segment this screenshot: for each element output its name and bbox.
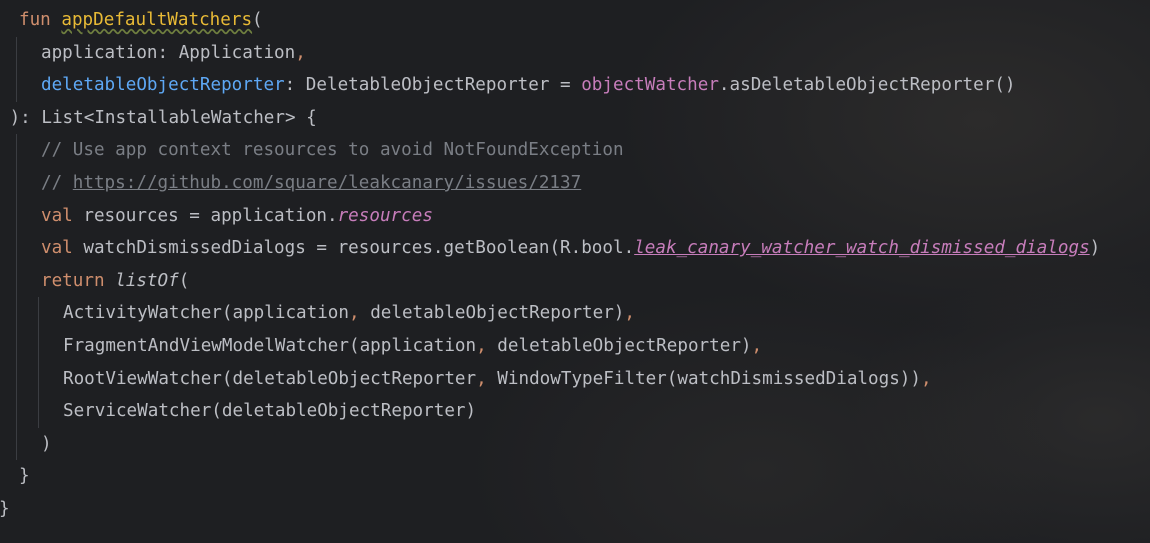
code-token: ,	[624, 303, 635, 324]
code-line[interactable]: RootViewWatcher(deletableObjectReporter,…	[0, 362, 1150, 396]
code-token: ,	[295, 42, 306, 63]
code-token: FragmentAndViewModelWatcher(application	[63, 335, 477, 356]
indent-guide	[16, 329, 17, 363]
code-token: : DeletableObjectReporter =	[284, 75, 582, 96]
code-token: ,	[921, 368, 932, 389]
code-token: deletableObjectReporter)	[370, 303, 625, 324]
code-line[interactable]: val watchDismissedDialogs = resources.ge…	[0, 232, 1150, 265]
code-line[interactable]: val resources = application.resources	[0, 199, 1150, 233]
indent-guide	[16, 36, 17, 70]
code-token: .asDeletableObjectReporter()	[718, 75, 1016, 96]
code-token: ): List<InstallableWatcher> {	[0, 107, 317, 128]
code-token: WindowTypeFilter(watchDismissedDialogs))	[497, 368, 921, 389]
code-line[interactable]: ServiceWatcher(deletableObjectReporter)	[0, 395, 1150, 428]
code-token: val	[41, 238, 84, 259]
indent-guide	[16, 427, 17, 461]
code-token: ServiceWatcher(deletableObjectReporter)	[63, 401, 477, 422]
indent-guide	[16, 362, 17, 396]
code-line[interactable]: fun appDefaultWatchers(	[0, 4, 1150, 37]
code-token: (	[178, 270, 190, 291]
code-token: return	[41, 270, 116, 291]
code-token: deletableObjectReporter	[41, 75, 285, 96]
code-token: objectWatcher	[581, 75, 719, 96]
indent-guide	[16, 297, 17, 330]
code-token: appDefaultWatchers	[61, 10, 253, 30]
code-token: // Use app context resources to avoid No…	[41, 140, 624, 161]
code-link[interactable]: https://github.com/square/leakcanary/iss…	[73, 173, 581, 193]
indent-guide	[16, 264, 17, 298]
indent-guide	[38, 395, 39, 428]
code-line[interactable]: return listOf(	[0, 264, 1150, 298]
code-link[interactable]: leak_canary_watcher_watch_dismissed_dial…	[634, 238, 1089, 258]
code-token: }	[19, 466, 30, 487]
code-token: ,	[476, 335, 498, 356]
code-token: ,	[476, 368, 498, 389]
indent-guide	[16, 232, 17, 265]
code-line[interactable]: ActivityWatcher(application, deletableOb…	[0, 297, 1150, 330]
indent-guide	[16, 395, 17, 428]
indent-guide	[16, 69, 17, 102]
indent-guide	[16, 166, 17, 200]
code-token: watchDismissedDialogs = resources.getBoo…	[83, 238, 635, 259]
code-token: : Application	[157, 42, 296, 63]
code-token: RootViewWatcher(deletableObjectReporter	[63, 368, 477, 389]
code-line[interactable]: // Use app context resources to avoid No…	[0, 134, 1150, 167]
indent-guide	[38, 362, 39, 396]
code-line[interactable]: application: Application,	[0, 36, 1150, 70]
code-editor[interactable]: fun appDefaultWatchers(application: Appl…	[0, 0, 1150, 543]
code-line[interactable]: FragmentAndViewModelWatcher(application,…	[0, 329, 1150, 363]
code-token: application	[41, 42, 158, 63]
code-token: (	[252, 10, 263, 30]
indent-guide	[38, 329, 39, 363]
code-line[interactable]: deletableObjectReporter: DeletableObject…	[0, 69, 1150, 102]
code-token: }	[0, 498, 10, 519]
code-line[interactable]: ): List<InstallableWatcher> {	[0, 102, 1150, 135]
code-line[interactable]: )	[0, 427, 1150, 461]
code-token: val	[41, 205, 84, 226]
code-token: ,	[349, 303, 371, 324]
code-token: //	[41, 172, 73, 193]
code-token: resources = application.	[83, 205, 338, 226]
indent-guide	[16, 199, 17, 233]
code-line[interactable]: }	[0, 460, 1150, 493]
code-token: ActivityWatcher(application	[63, 303, 349, 324]
code-token: deletableObjectReporter)	[497, 335, 752, 356]
indent-guide	[38, 297, 39, 330]
code-token: )	[1089, 238, 1101, 259]
code-area[interactable]: fun appDefaultWatchers(application: Appl…	[0, 4, 1150, 526]
code-token: )	[41, 433, 52, 454]
indent-guide	[16, 134, 17, 167]
code-token: fun	[19, 10, 62, 30]
code-token: ,	[751, 335, 763, 356]
code-token: resources	[337, 205, 433, 226]
code-token: listOf	[115, 270, 179, 291]
code-line[interactable]: // https://github.com/square/leakcanary/…	[0, 166, 1150, 200]
code-line[interactable]: }	[0, 493, 1150, 526]
